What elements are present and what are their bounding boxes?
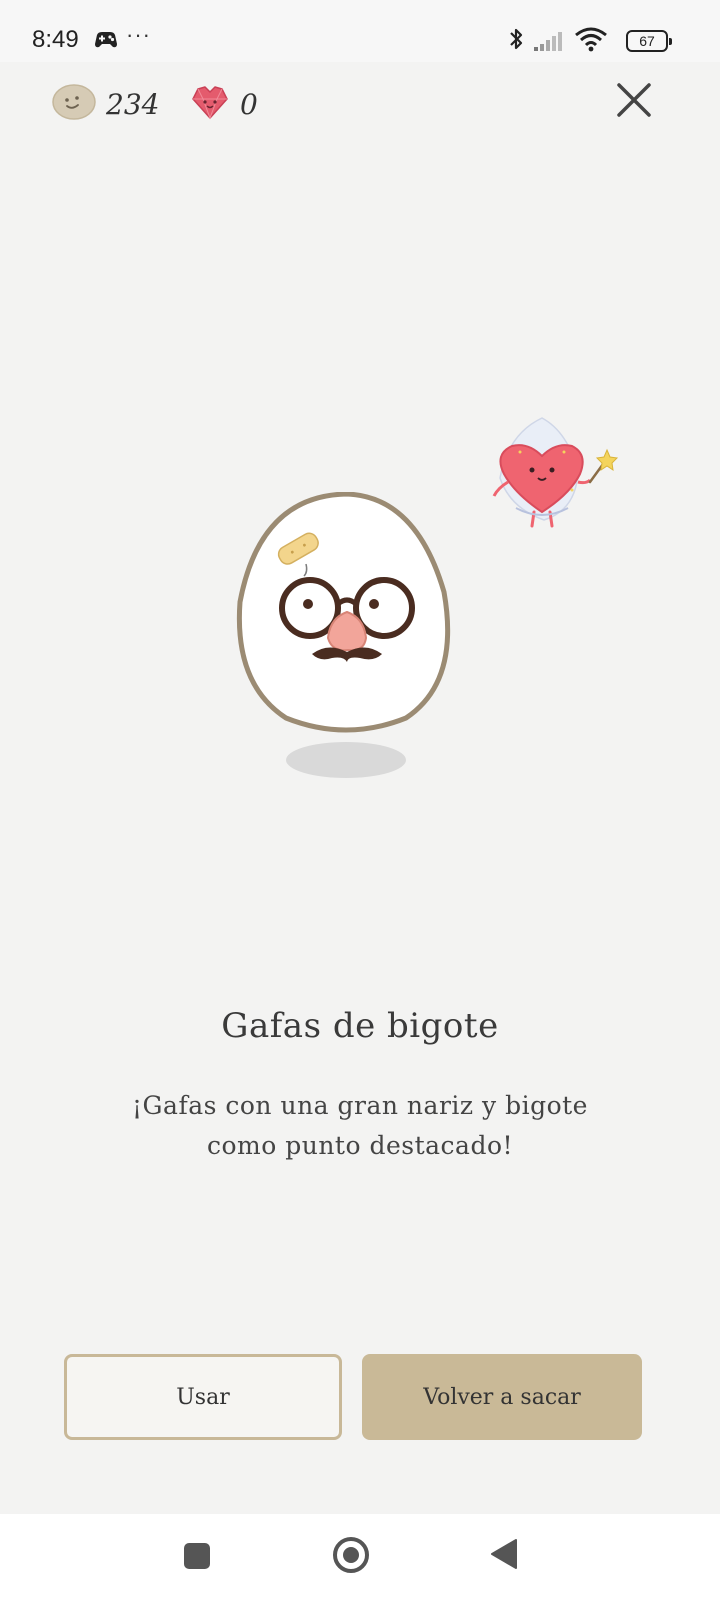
- gem-counter: 0: [190, 84, 258, 124]
- status-time: 8:49: [32, 26, 79, 53]
- coin-icon: [52, 83, 96, 125]
- close-icon: [617, 83, 651, 117]
- gem-heart-icon: [190, 84, 230, 124]
- battery-icon: 67: [626, 30, 672, 52]
- close-button[interactable]: [616, 82, 652, 118]
- home-circle-icon: [333, 1537, 369, 1573]
- coin-count: 234: [106, 87, 160, 121]
- recents-square-icon: [184, 1543, 210, 1569]
- use-button[interactable]: Usar: [64, 1354, 342, 1440]
- bluetooth-icon: [508, 26, 524, 57]
- status-bar: 8:49 ··· 67: [0, 0, 720, 62]
- status-more-dots: ···: [126, 22, 151, 47]
- system-navigation-bar: [0, 1514, 720, 1600]
- item-title: Gafas de bigote: [221, 1006, 499, 1046]
- egg-character-with-mustache-glasses: [236, 491, 456, 796]
- home-button[interactable]: [332, 1536, 370, 1578]
- back-triangle-icon: [491, 1539, 517, 1569]
- recents-button[interactable]: [183, 1542, 211, 1574]
- redraw-button[interactable]: Volver a sacar: [362, 1354, 642, 1440]
- heart-fairy-illustration: [480, 412, 620, 546]
- back-button[interactable]: [490, 1538, 518, 1574]
- gacha-result-screen: 234 0 Gafas de bigote ¡Gafas con una gra…: [0, 62, 720, 1514]
- coin-counter: 234: [52, 84, 159, 124]
- status-right-group: 67: [510, 26, 676, 57]
- wifi-icon: [574, 26, 608, 57]
- game-controller-icon: [94, 30, 118, 55]
- signal-icon: [534, 30, 566, 57]
- gem-count: 0: [240, 87, 258, 121]
- item-description: ¡Gafas con una gran nariz y bigote como …: [132, 1091, 588, 1160]
